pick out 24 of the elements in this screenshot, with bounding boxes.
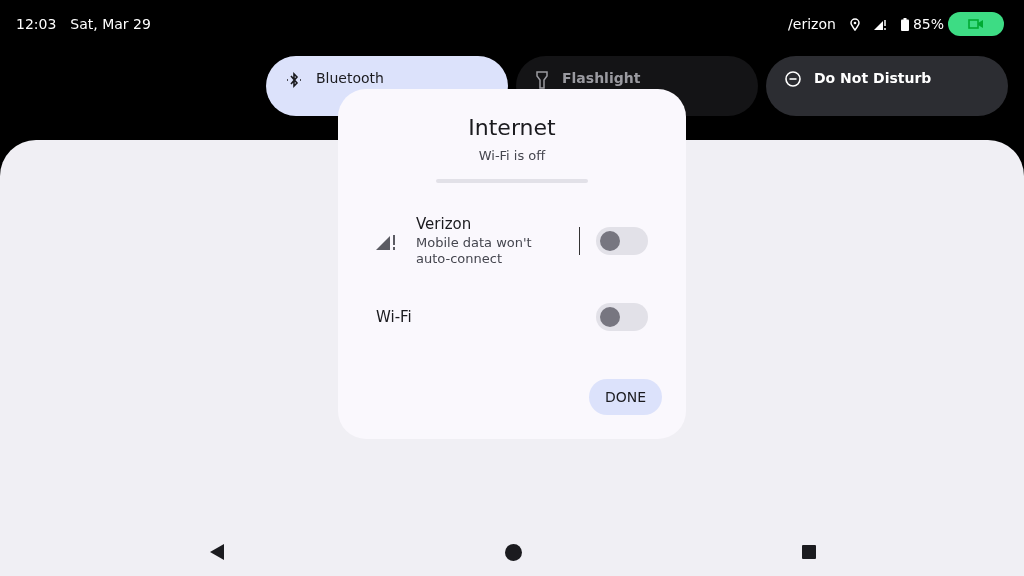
dialog-subtitle: Wi-Fi is off: [477, 148, 547, 163]
quick-settings-tile[interactable]: Do Not Disturb: [766, 56, 1008, 116]
recents-icon[interactable]: [801, 545, 816, 559]
do-not-disturb-icon: [784, 70, 802, 88]
home-icon[interactable]: [504, 543, 522, 561]
network-name: Wi-Fi: [376, 308, 413, 326]
back-icon[interactable]: [208, 544, 225, 560]
toggle-switch[interactable]: [596, 303, 648, 331]
network-name: Verizon: [416, 215, 473, 233]
dialog-title: Internet: [467, 115, 557, 140]
carrier-name: /erizon: [788, 16, 836, 32]
clock: 12:03: [16, 16, 57, 32]
network-summary: Mobile data won't auto-connect: [416, 235, 533, 267]
signal-warning-icon: [376, 232, 396, 250]
bluetooth-icon: [284, 70, 304, 90]
date: Sat, Mar 29: [70, 16, 151, 32]
battery-icon: [900, 17, 909, 31]
done-button[interactable]: DONE: [588, 379, 662, 415]
toggle-switch[interactable]: [596, 227, 648, 255]
signal-icon: [873, 18, 887, 30]
location-icon: [849, 17, 860, 31]
camera-in-use-indicator: [948, 12, 1004, 36]
flashlight-icon: [534, 70, 550, 90]
battery-percent: 85%: [912, 16, 944, 32]
